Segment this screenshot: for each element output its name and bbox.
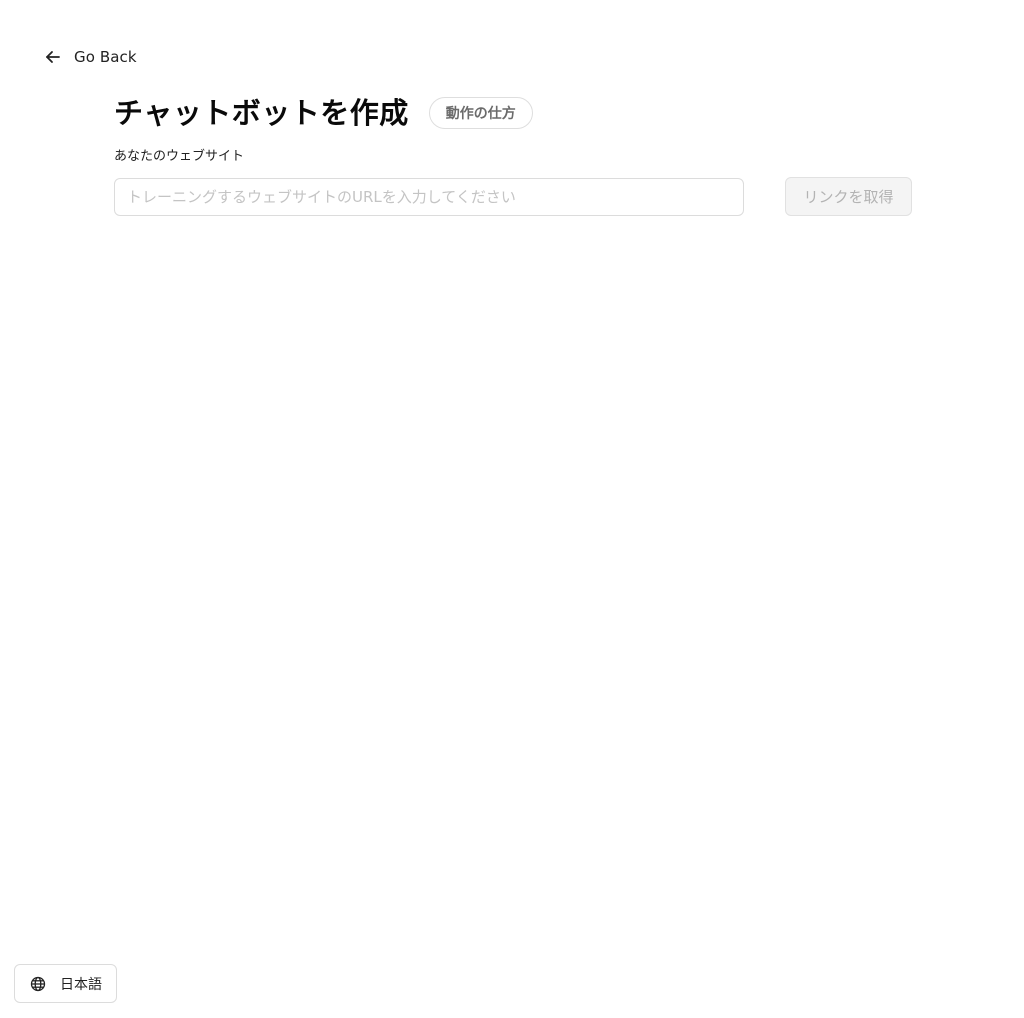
language-label: 日本語 bbox=[60, 976, 102, 993]
how-it-works-button[interactable]: 動作の仕方 bbox=[428, 97, 533, 129]
language-selector-button[interactable]: 日本語 bbox=[14, 964, 117, 1003]
go-back-label: Go Back bbox=[74, 48, 137, 66]
website-field-label: あなたのウェブサイト bbox=[114, 149, 245, 164]
page-title: チャットボットを作成 bbox=[114, 96, 409, 130]
fetch-links-button[interactable]: リンクを取得 bbox=[785, 177, 912, 216]
go-back-link[interactable]: Go Back bbox=[44, 45, 137, 69]
title-row: チャットボットを作成 動作の仕方 bbox=[114, 92, 533, 134]
globe-icon bbox=[30, 976, 46, 992]
arrow-left-icon bbox=[44, 48, 62, 66]
website-url-input[interactable] bbox=[114, 178, 744, 216]
